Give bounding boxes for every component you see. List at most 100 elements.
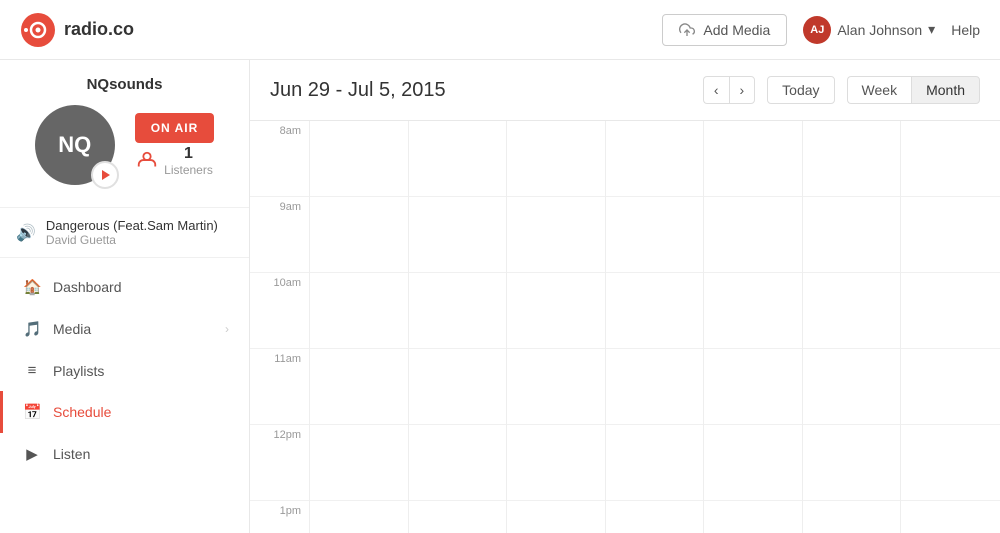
on-air-button[interactable]: ON AIR: [135, 113, 215, 143]
day-cell[interactable]: [901, 349, 1000, 425]
help-link[interactable]: Help: [951, 22, 980, 38]
day-cell[interactable]: [310, 121, 408, 197]
station-name: NQsounds: [16, 76, 233, 93]
main-content: Jun 29 - Jul 5, 2015 ‹ › Today Week Mont…: [250, 60, 1000, 533]
add-media-button[interactable]: Add Media: [662, 14, 787, 46]
play-button[interactable]: [91, 161, 119, 189]
day-cell[interactable]: [803, 501, 901, 533]
day-col-4: [606, 121, 705, 533]
day-cell[interactable]: [803, 425, 901, 501]
day-cell[interactable]: [409, 501, 507, 533]
sidebar-item-label: Dashboard: [53, 279, 122, 295]
user-name: Alan Johnson: [837, 22, 922, 38]
day-cell[interactable]: [803, 273, 901, 349]
day-cell[interactable]: [704, 121, 802, 197]
day-cell[interactable]: [704, 425, 802, 501]
sidebar-item-playlists[interactable]: ≡ Playlists: [0, 350, 249, 391]
day-cell[interactable]: [803, 349, 901, 425]
day-cell[interactable]: [803, 121, 901, 197]
day-cell[interactable]: [409, 349, 507, 425]
station-area: NQsounds NQ ON AIR: [0, 60, 249, 208]
calendar-header: Jun 29 - Jul 5, 2015 ‹ › Today Week Mont…: [250, 60, 1000, 121]
day-cell[interactable]: [606, 425, 704, 501]
day-col-1: [310, 121, 409, 533]
time-column: 8am 9am 10am 11am 12pm 1pm: [250, 121, 310, 533]
day-cell[interactable]: [606, 197, 704, 273]
top-nav-right: Add Media AJ Alan Johnson ▾ Help: [662, 14, 980, 46]
day-cell[interactable]: [310, 273, 408, 349]
sidebar-item-label: Media: [53, 321, 91, 337]
day-cell[interactable]: [704, 273, 802, 349]
day-cell[interactable]: [901, 197, 1000, 273]
sidebar-item-label: Playlists: [53, 363, 104, 379]
sidebar-item-media[interactable]: 🎵 Media ›: [0, 308, 249, 350]
user-menu[interactable]: AJ Alan Johnson ▾: [803, 16, 935, 44]
logo-text: radio.co: [64, 19, 134, 40]
day-col-2: [409, 121, 508, 533]
day-cell[interactable]: [606, 121, 704, 197]
sidebar-item-dashboard[interactable]: 🏠 Dashboard: [0, 266, 249, 308]
play-icon: [99, 169, 111, 181]
home-icon: 🏠: [23, 278, 41, 296]
station-avatar-row: NQ ON AIR 1: [16, 105, 233, 185]
listeners-label: Listeners: [164, 163, 213, 177]
track-info: Dangerous (Feat.Sam Martin) David Guetta: [46, 218, 218, 247]
logo-area: radio.co: [20, 12, 134, 48]
track-title: Dangerous (Feat.Sam Martin): [46, 218, 218, 233]
month-view-button[interactable]: Month: [911, 76, 980, 104]
day-cell[interactable]: [409, 425, 507, 501]
listeners-icon: [136, 150, 158, 172]
listeners-info: 1 Listeners: [164, 145, 213, 177]
next-button[interactable]: ›: [729, 76, 756, 104]
nav-arrows: ‹ ›: [703, 76, 755, 104]
time-slot: 9am: [250, 197, 309, 273]
prev-button[interactable]: ‹: [703, 76, 729, 104]
today-button[interactable]: Today: [767, 76, 834, 104]
day-col-3: [507, 121, 606, 533]
day-cell[interactable]: [409, 273, 507, 349]
day-col-6: [803, 121, 902, 533]
day-cell[interactable]: [606, 273, 704, 349]
listeners-count: 1: [164, 145, 213, 163]
day-cell[interactable]: [901, 501, 1000, 533]
avatar: AJ: [803, 16, 831, 44]
day-cell[interactable]: [310, 349, 408, 425]
day-cell[interactable]: [803, 197, 901, 273]
day-cell[interactable]: [606, 349, 704, 425]
day-cell[interactable]: [507, 425, 605, 501]
day-cell[interactable]: [704, 501, 802, 533]
sidebar-item-schedule[interactable]: 📅 Schedule: [0, 391, 249, 433]
day-cell[interactable]: [606, 501, 704, 533]
top-navigation: radio.co Add Media AJ Alan Johnson ▾ Hel…: [0, 0, 1000, 60]
day-cell[interactable]: [310, 501, 408, 533]
week-view-button[interactable]: Week: [847, 76, 912, 104]
day-cell[interactable]: [507, 121, 605, 197]
day-cell[interactable]: [901, 425, 1000, 501]
day-cell[interactable]: [704, 197, 802, 273]
day-cell[interactable]: [901, 121, 1000, 197]
day-cell[interactable]: [507, 197, 605, 273]
time-slot: 8am: [250, 121, 309, 197]
day-cell[interactable]: [409, 121, 507, 197]
upload-icon: [679, 22, 695, 38]
sidebar-nav: 🏠 Dashboard 🎵 Media › ≡ Playlists 📅 Sche…: [0, 258, 249, 533]
track-artist: David Guetta: [46, 233, 218, 247]
day-cell[interactable]: [409, 197, 507, 273]
sidebar-item-label: Listen: [53, 446, 90, 462]
station-initials: NQ: [58, 132, 91, 158]
logo-icon: [20, 12, 56, 48]
listeners-area: 1 Listeners: [136, 145, 213, 177]
day-cell[interactable]: [704, 349, 802, 425]
day-cell[interactable]: [507, 273, 605, 349]
time-slot: 11am: [250, 349, 309, 425]
day-col-7: [901, 121, 1000, 533]
day-cell[interactable]: [310, 197, 408, 273]
chevron-right-icon: ›: [225, 322, 229, 336]
day-cell[interactable]: [507, 501, 605, 533]
day-cell[interactable]: [901, 273, 1000, 349]
day-cell[interactable]: [507, 349, 605, 425]
day-cell[interactable]: [310, 425, 408, 501]
time-slot: 1pm: [250, 501, 309, 533]
music-icon: 🎵: [23, 320, 41, 338]
sidebar-item-listen[interactable]: ▶ Listen: [0, 433, 249, 475]
